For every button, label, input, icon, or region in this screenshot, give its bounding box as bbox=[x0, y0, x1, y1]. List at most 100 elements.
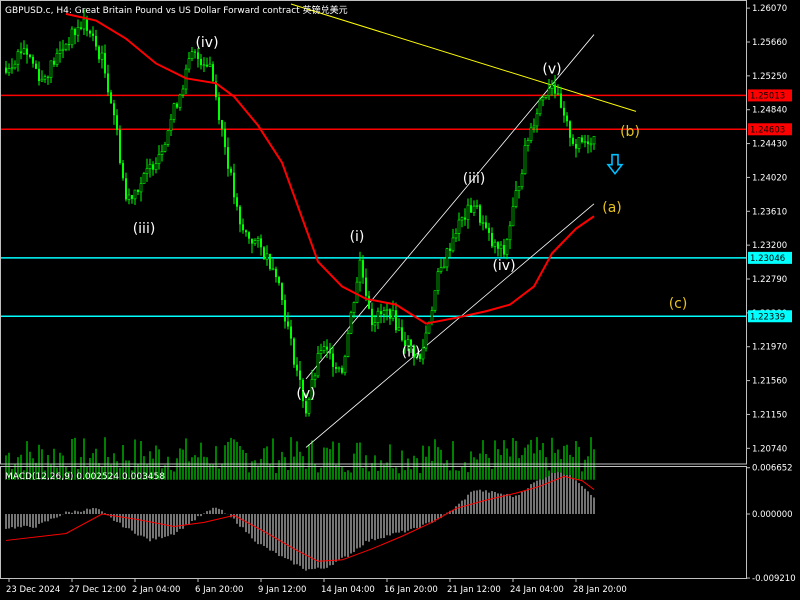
candle-body-down bbox=[104, 53, 106, 74]
candle[interactable] bbox=[436, 268, 440, 295]
candle-body-down bbox=[332, 353, 334, 367]
candle-body-up bbox=[154, 163, 158, 171]
candle-body-up bbox=[520, 173, 524, 188]
candle-body-down bbox=[251, 238, 253, 244]
candle-body-down bbox=[113, 103, 115, 116]
candle-body-down bbox=[53, 60, 55, 65]
candle-body-up bbox=[424, 332, 428, 349]
wave-label: (v) bbox=[542, 61, 561, 77]
candle-body-up bbox=[13, 63, 17, 69]
candle-body-up bbox=[253, 240, 257, 244]
candle-body-down bbox=[221, 120, 223, 129]
candle[interactable] bbox=[433, 290, 437, 313]
candle[interactable] bbox=[538, 97, 542, 117]
candle[interactable] bbox=[166, 130, 170, 147]
candle-body-down bbox=[362, 260, 364, 278]
candle-body-up bbox=[82, 18, 86, 30]
candle[interactable] bbox=[142, 171, 146, 184]
candle[interactable] bbox=[293, 337, 295, 368]
candle-body-down bbox=[86, 19, 88, 31]
candle-body-up bbox=[481, 222, 485, 224]
candle-body-down bbox=[587, 141, 589, 145]
candle-body-down bbox=[74, 29, 76, 36]
candle-body-down bbox=[572, 137, 574, 144]
candle[interactable] bbox=[479, 203, 481, 226]
candle-body-up bbox=[523, 145, 527, 175]
candle-body-up bbox=[436, 271, 440, 291]
candle[interactable] bbox=[70, 26, 74, 49]
price-tick-label: 1.24430 bbox=[752, 140, 787, 150]
candle-body-up bbox=[100, 52, 104, 60]
wave-label: (iii) bbox=[463, 171, 486, 187]
time-tick-label: 27 Dec 12:00 bbox=[69, 585, 126, 595]
candle-body-down bbox=[119, 130, 121, 164]
candle-body-down bbox=[110, 92, 112, 104]
candle-body-up bbox=[16, 51, 20, 65]
candle[interactable] bbox=[263, 245, 265, 260]
macd-tick-label: -0.009210 bbox=[752, 574, 796, 584]
candle-body-up bbox=[355, 281, 359, 303]
candle-body-up bbox=[145, 168, 149, 174]
candle-body-up bbox=[208, 63, 212, 67]
wave-label: (iv) bbox=[195, 35, 218, 51]
candle[interactable] bbox=[346, 330, 350, 358]
price-tick-label: 1.25660 bbox=[752, 38, 787, 48]
candle-body-down bbox=[401, 327, 403, 341]
candle-body-down bbox=[125, 178, 127, 200]
candle[interactable] bbox=[212, 61, 214, 82]
candle-body-down bbox=[224, 128, 226, 148]
candle-body-up bbox=[22, 48, 26, 54]
candle-body-down bbox=[305, 401, 307, 414]
symbol-title: GBPUSD.c, H4: Great Britain Pound vs US … bbox=[5, 4, 348, 16]
candle-body-down bbox=[242, 224, 244, 231]
candle-body-down bbox=[479, 205, 481, 223]
candle-body-down bbox=[116, 115, 118, 131]
candle-body-down bbox=[137, 190, 139, 192]
candle-body-up bbox=[70, 28, 74, 46]
candle-body-down bbox=[197, 52, 199, 59]
candle[interactable] bbox=[269, 253, 271, 271]
candle-body-down bbox=[260, 238, 262, 248]
candle-body-down bbox=[275, 268, 277, 278]
candle-body-down bbox=[575, 143, 577, 149]
trading-chart[interactable]: (iv) (iii) (v) (i) (ii) (iii) (iv) (v) (b) (a) (c)… bbox=[0, 0, 800, 600]
abc-label: (c) bbox=[669, 296, 688, 312]
time-tick-label: 2 Jan 04:00 bbox=[132, 585, 180, 595]
candle-body-up bbox=[169, 118, 173, 132]
candle-body-up bbox=[439, 267, 443, 272]
candle-body-up bbox=[346, 333, 350, 357]
candle-body-down bbox=[26, 48, 28, 55]
price-tick-label: 1.25250 bbox=[752, 72, 787, 82]
price-tick-label: 1.23610 bbox=[752, 207, 787, 217]
candle-body-down bbox=[89, 30, 91, 34]
price-level-tag-text: 1.24603 bbox=[750, 125, 785, 135]
candle-body-up bbox=[391, 310, 395, 319]
candle-body-down bbox=[335, 366, 337, 369]
candle-body-up bbox=[472, 205, 476, 213]
candle-body-up bbox=[316, 353, 320, 377]
candle-body-down bbox=[35, 63, 37, 69]
candle-body-up bbox=[505, 239, 509, 255]
candle-body-up bbox=[397, 327, 401, 331]
candle-body-down bbox=[20, 51, 22, 54]
candle-body-down bbox=[389, 309, 391, 319]
price-tick-label: 1.24840 bbox=[752, 106, 787, 116]
candle-body-up bbox=[433, 290, 437, 311]
candle-body-up bbox=[148, 164, 152, 169]
candle-body-up bbox=[139, 183, 143, 193]
candle-body-down bbox=[107, 73, 109, 93]
candle-body-down bbox=[218, 97, 220, 121]
candle-body-down bbox=[503, 245, 505, 255]
price-level-tag-text: 1.25013 bbox=[750, 91, 785, 101]
candle-body-down bbox=[131, 195, 133, 199]
candle[interactable] bbox=[122, 159, 124, 181]
candle-body-up bbox=[373, 322, 377, 326]
time-tick-label: 6 Jan 20:00 bbox=[195, 585, 243, 595]
candle[interactable] bbox=[349, 310, 353, 335]
candle[interactable] bbox=[343, 354, 347, 376]
candle-body-down bbox=[80, 27, 82, 29]
candle-body-up bbox=[511, 206, 515, 227]
candle[interactable] bbox=[119, 125, 121, 165]
candle-body-up bbox=[517, 186, 521, 191]
candle-body-down bbox=[449, 248, 451, 251]
